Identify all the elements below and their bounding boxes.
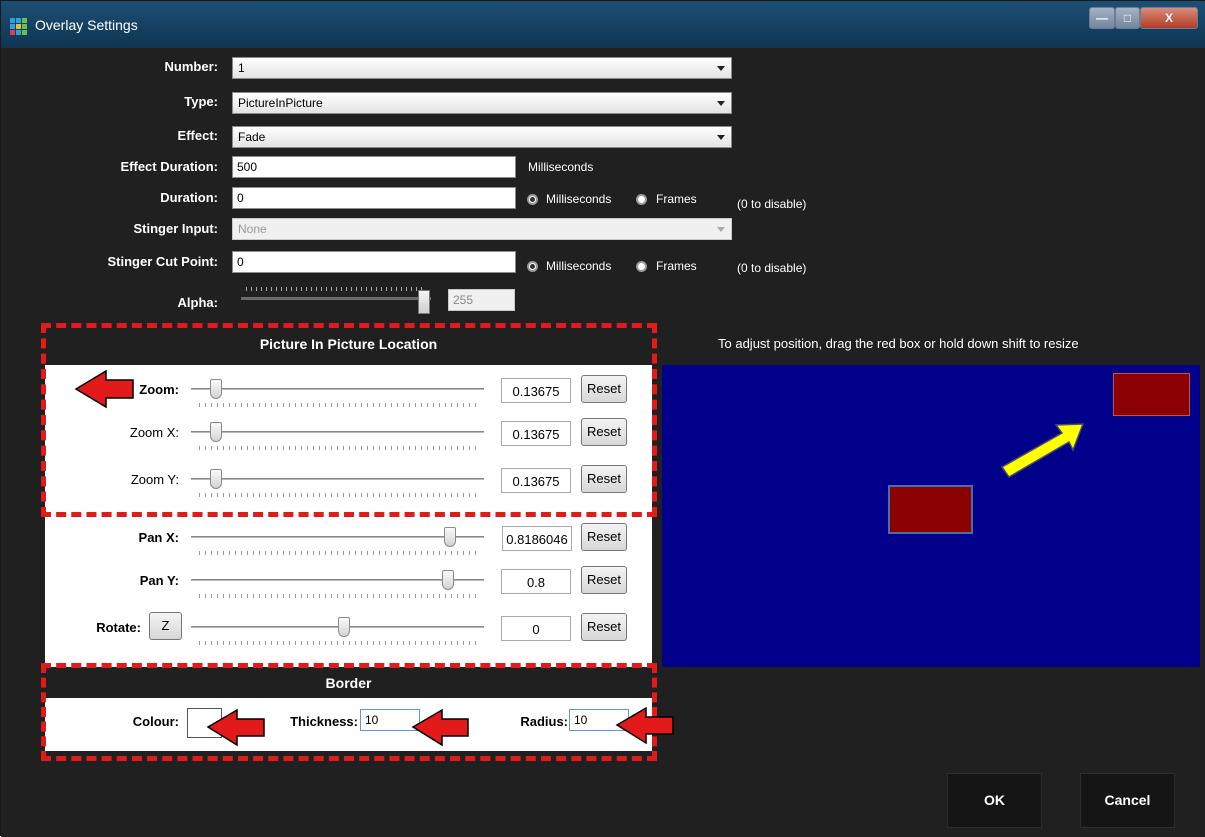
red-arrow-icon [615, 706, 674, 745]
annotation-arrows [74, 369, 1085, 747]
red-arrow-icon [206, 708, 265, 747]
yellow-arrow-icon [1000, 423, 1085, 478]
red-arrow-icon [411, 708, 469, 747]
cancel-button[interactable]: Cancel [1080, 773, 1175, 828]
red-arrow-icon [74, 369, 134, 409]
ok-button[interactable]: OK [947, 773, 1042, 828]
overlay-settings-window: Overlay Settings — □ X Number: 1 Type: P… [0, 0, 1205, 837]
